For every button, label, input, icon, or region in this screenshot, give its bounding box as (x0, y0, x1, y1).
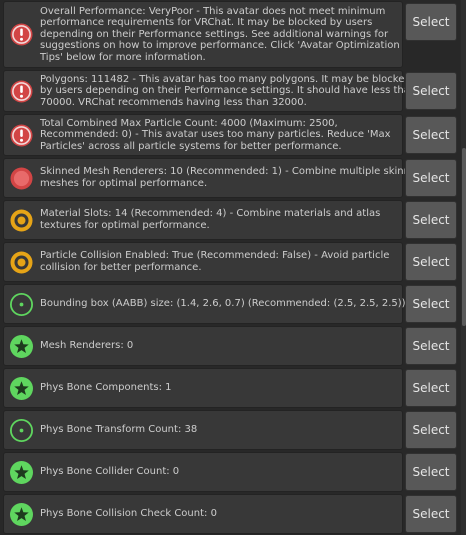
performance-row: Skinned Mesh Renderers: 10 (Recommended:… (3, 158, 422, 198)
performance-row: Phys Bone Collision Check Count: 0 (3, 494, 403, 534)
ring-circle-icon (9, 208, 34, 233)
select-button[interactable]: Select (405, 369, 457, 407)
exclamation-icon (9, 22, 34, 47)
message-line: Polygons: 111482 - This avatar has too m… (40, 73, 411, 85)
star-icon (9, 460, 34, 485)
performance-row: Overall Performance: VeryPoor - This ava… (3, 1, 403, 68)
select-button[interactable]: Select (405, 159, 457, 197)
message-line: Material Slots: 14 (Recommended: 4) - Co… (40, 208, 381, 220)
performance-row: Mesh Renderers: 0 (3, 326, 403, 366)
message-line: suggestions on how to improve performanc… (40, 40, 400, 52)
select-button[interactable]: Select (405, 327, 457, 365)
performance-message: Phys Bone Collider Count: 0 (3, 452, 403, 492)
performance-message-text: Phys Bone Collider Count: 0 (40, 466, 179, 478)
message-line: meshes for optimal performance. (40, 178, 208, 189)
performance-row: Phys Bone Transform Count: 38 (3, 410, 403, 450)
select-button[interactable]: Select (405, 495, 457, 533)
performance-message: Polygons: 111482 - This avatar has too m… (3, 70, 416, 112)
message-line: Tips' below for more information. (40, 51, 206, 63)
message-line: Bounding box (AABB) size: (1.4, 2.6, 0.7… (40, 298, 406, 310)
performance-row: Phys Bone Components: 1 (3, 368, 403, 408)
message-line: Phys Bone Transform Count: 38 (40, 424, 198, 436)
select-button[interactable]: Select (405, 3, 457, 41)
performance-row: Total Combined Max Particle Count: 4000 … (3, 114, 403, 156)
performance-message-text: Overall Performance: VeryPoor - This ava… (40, 6, 400, 64)
performance-message: Material Slots: 14 (Recommended: 4) - Co… (3, 200, 403, 240)
performance-message: Phys Bone Collision Check Count: 0 (3, 494, 403, 534)
performance-row: Polygons: 111482 - This avatar has too m… (3, 70, 416, 112)
select-button[interactable]: Select (405, 116, 457, 154)
performance-message-text: Total Combined Max Particle Count: 4000 … (40, 118, 391, 153)
message-line: Particles' across all particle systems f… (40, 140, 342, 152)
star-icon (9, 502, 34, 527)
message-line: Mesh Renderers: 0 (40, 340, 134, 352)
message-line: Overall Performance: VeryPoor - This ava… (40, 5, 386, 17)
message-line: Recommended: 0) - This avatar uses too m… (40, 129, 391, 141)
message-line: depending on their Performance settings.… (40, 28, 389, 40)
performance-message-text: Phys Bone Transform Count: 38 (40, 424, 197, 436)
select-button[interactable]: Select (405, 72, 457, 110)
performance-message-text: Phys Bone Collision Check Count: 0 (40, 508, 217, 520)
performance-message: Skinned Mesh Renderers: 10 (Recommended:… (3, 158, 422, 198)
message-line: Particle Collision Enabled: True (Recomm… (40, 250, 390, 262)
select-button[interactable]: Select (405, 285, 457, 323)
select-button[interactable]: Select (405, 201, 457, 239)
message-line: Phys Bone Collider Count: 0 (40, 466, 180, 478)
select-button[interactable]: Select (405, 411, 457, 449)
dot-circle-icon (9, 292, 34, 317)
performance-message-text: Skinned Mesh Renderers: 10 (Recommended:… (40, 166, 422, 189)
exclamation-icon (9, 79, 34, 104)
performance-message-text: Material Slots: 14 (Recommended: 4) - Co… (40, 208, 380, 231)
performance-row: Bounding box (AABB) size: (1.4, 2.6, 0.7… (3, 284, 406, 324)
performance-row: Material Slots: 14 (Recommended: 4) - Co… (3, 200, 403, 240)
filled-circle-icon (9, 166, 34, 191)
performance-message: Phys Bone Components: 1 (3, 368, 403, 408)
star-icon (9, 334, 34, 359)
message-line: Phys Bone Collision Check Count: 0 (40, 508, 217, 520)
performance-row: Particle Collision Enabled: True (Recomm… (3, 242, 403, 282)
performance-message: Overall Performance: VeryPoor - This ava… (3, 1, 403, 68)
message-line: Skinned Mesh Renderers: 10 (Recommended:… (40, 166, 423, 178)
performance-message: Phys Bone Transform Count: 38 (3, 410, 403, 450)
performance-message-text: Bounding box (AABB) size: (1.4, 2.6, 0.7… (40, 298, 406, 310)
performance-row: Phys Bone Collider Count: 0 (3, 452, 403, 492)
ring-circle-icon (9, 250, 34, 275)
message-line: Phys Bone Components: 1 (40, 382, 172, 394)
exclamation-icon (9, 123, 34, 148)
performance-message-text: Particle Collision Enabled: True (Recomm… (40, 250, 389, 273)
performance-message: Total Combined Max Particle Count: 4000 … (3, 114, 403, 156)
message-line: Total Combined Max Particle Count: 4000 … (40, 117, 338, 129)
performance-message: Mesh Renderers: 0 (3, 326, 403, 366)
performance-panel: Overall Performance: VeryPoor - This ava… (0, 0, 466, 535)
message-line: 70000. VRChat recommends having less tha… (40, 96, 307, 108)
dot-circle-icon (9, 418, 34, 443)
scrollbar-thumb[interactable] (462, 148, 466, 326)
performance-message-text: Polygons: 111482 - This avatar has too m… (40, 74, 416, 109)
performance-message-text: Phys Bone Components: 1 (40, 382, 172, 394)
message-line: by users depending on their Performance … (40, 85, 417, 97)
message-line: collision for better performance. (40, 262, 202, 273)
select-button[interactable]: Select (405, 243, 457, 281)
performance-message: Bounding box (AABB) size: (1.4, 2.6, 0.7… (3, 284, 406, 324)
performance-message: Particle Collision Enabled: True (Recomm… (3, 242, 403, 282)
message-line: performance requirements for VRChat. It … (40, 17, 373, 29)
select-button[interactable]: Select (405, 453, 457, 491)
performance-message-text: Mesh Renderers: 0 (40, 340, 133, 352)
scrollbar[interactable] (461, 0, 466, 535)
message-line: textures for optimal performance. (40, 220, 210, 231)
star-icon (9, 376, 34, 401)
